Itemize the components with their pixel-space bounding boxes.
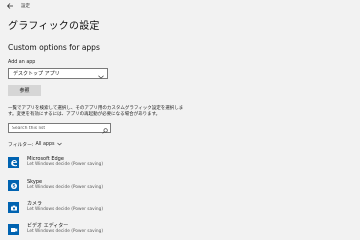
svg-text:S: S <box>12 183 15 189</box>
search-box[interactable] <box>8 123 111 134</box>
search-input[interactable] <box>12 124 97 132</box>
skype-icon: S <box>8 180 19 191</box>
app-gpu-setting: Let Windows decide (Power saving) <box>27 162 103 167</box>
app-type-dropdown[interactable]: デスクトップ アプリ <box>8 68 108 79</box>
page-title: グラフィックの設定 <box>8 21 100 32</box>
filter-value: All apps <box>35 142 55 147</box>
app-title: 設定 <box>21 4 30 9</box>
section-title: Custom options for apps <box>8 43 100 52</box>
app-gpu-setting: Let Windows decide (Power saving) <box>27 185 103 190</box>
list-item[interactable]: Microsoft Edge Let Windows decide (Power… <box>8 152 308 172</box>
video-editor-icon <box>8 224 19 235</box>
dropdown-value: デスクトップ アプリ <box>13 71 60 77</box>
chevron-down-icon <box>98 64 104 83</box>
search-icon[interactable] <box>102 119 108 138</box>
list-item[interactable]: ビデオ エディター Let Windows decide (Power savi… <box>8 219 308 239</box>
app-gpu-setting: Let Windows decide (Power saving) <box>27 207 103 212</box>
list-item[interactable]: S Skype Let Windows decide (Power saving… <box>8 175 308 195</box>
add-app-label: Add an app <box>8 60 36 65</box>
back-arrow-icon[interactable] <box>4 0 16 12</box>
title-bar: 設定 <box>0 0 360 12</box>
edge-icon <box>8 157 19 168</box>
description-line-2: す。変更を有効にするには、アプリの再起動が必要になる場合があります。 <box>8 112 161 117</box>
app-gpu-setting: Let Windows decide (Power saving) <box>27 229 103 234</box>
chevron-down-icon <box>56 142 62 148</box>
camera-icon <box>8 202 19 213</box>
filter-label: フィルター: <box>8 143 34 148</box>
list-item[interactable]: カメラ Let Windows decide (Power saving) <box>8 197 308 217</box>
filter-dropdown[interactable]: フィルター: All apps <box>8 141 62 148</box>
browse-button[interactable]: 参照 <box>8 85 41 96</box>
description: 一覧でアプリを検索して選択し、そのアプリ用のカスタムグラフィック設定を選択しま … <box>8 106 358 118</box>
